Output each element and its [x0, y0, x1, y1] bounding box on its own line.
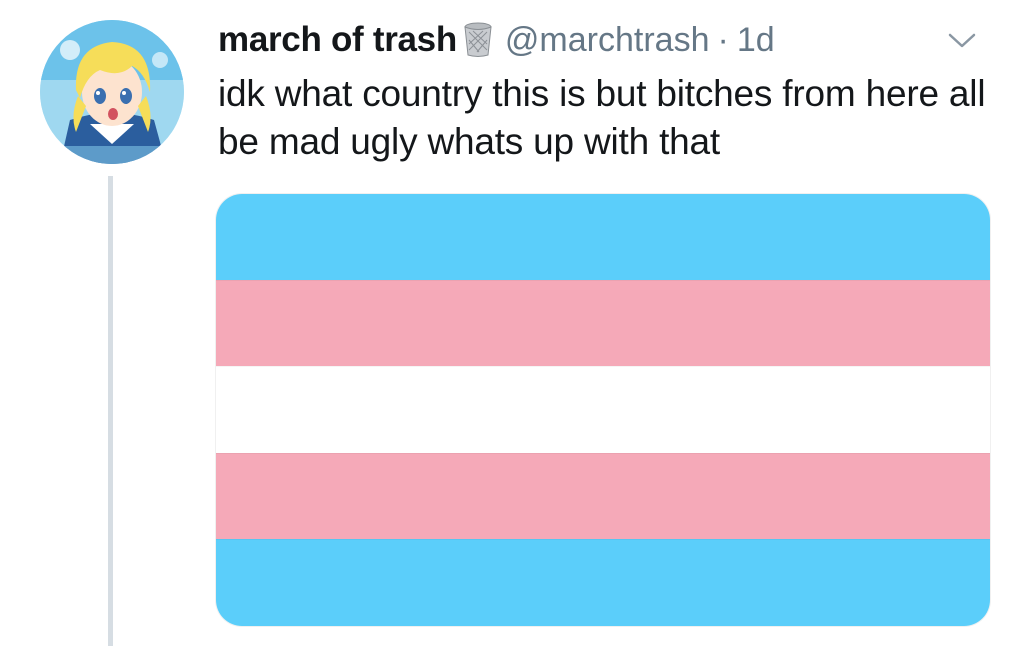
- flag-stripe: [216, 539, 990, 626]
- timestamp[interactable]: 1d: [737, 21, 775, 60]
- tweet[interactable]: march of trash @marchtrash · 1d idk what…: [0, 0, 1024, 646]
- tweet-text: idk what country this is but bitches fro…: [218, 73, 986, 162]
- thread-line: [108, 176, 113, 646]
- avatar[interactable]: [40, 20, 184, 164]
- separator-dot: ·: [717, 20, 729, 59]
- flag-stripe: [216, 366, 990, 453]
- chevron-down-icon[interactable]: [944, 28, 980, 52]
- wastebasket-icon: [463, 22, 493, 58]
- tweet-image[interactable]: [216, 194, 990, 626]
- display-name[interactable]: march of trash: [218, 20, 457, 60]
- tweet-header: march of trash @marchtrash · 1d: [218, 14, 775, 66]
- user-handle[interactable]: @marchtrash: [505, 21, 710, 60]
- flag-stripe: [216, 194, 990, 280]
- flag-stripe: [216, 452, 990, 540]
- flag-stripe: [216, 279, 990, 367]
